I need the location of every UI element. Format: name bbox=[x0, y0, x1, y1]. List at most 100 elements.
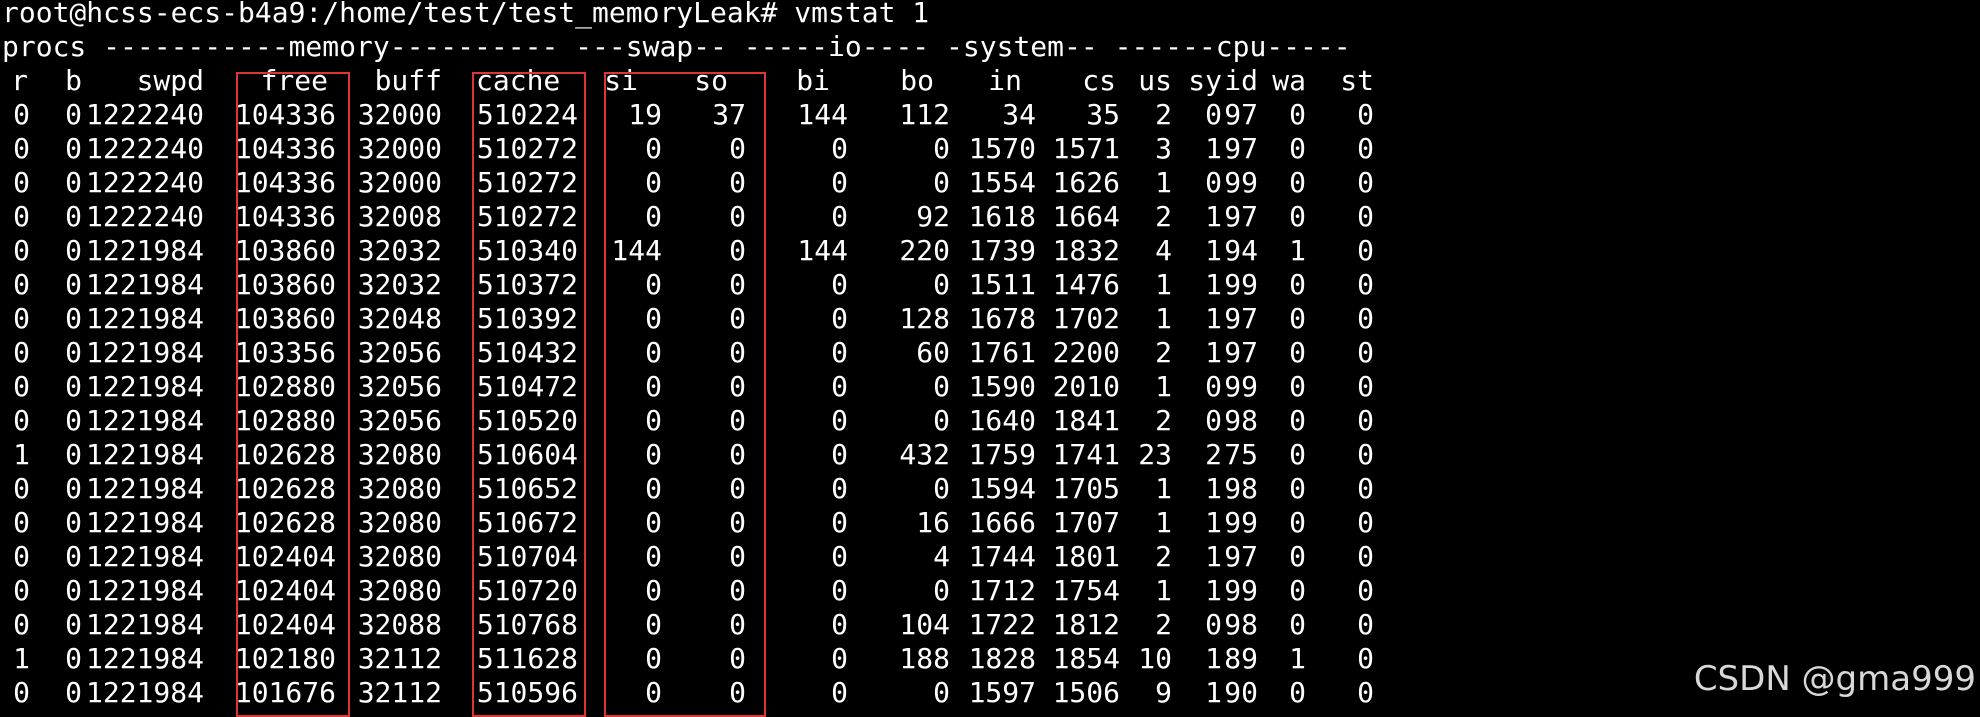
cell-b: 0 bbox=[65, 268, 82, 301]
cell-id: 99 bbox=[1224, 370, 1258, 403]
cell-sy: 0 bbox=[1205, 404, 1222, 437]
cell-bo: 0 bbox=[933, 370, 950, 403]
cell-si: 0 bbox=[645, 438, 662, 471]
cell-swpd: 1221984 bbox=[85, 302, 204, 335]
cell-free: 104336 bbox=[234, 98, 336, 131]
cell-b: 0 bbox=[65, 506, 82, 539]
cell-wa: 0 bbox=[1289, 336, 1306, 369]
vmstat-row: 0 0 1222240 104336 32000 510272 0 0 0 0 1554 1626 1 0… bbox=[0, 166, 1400, 200]
cell-cache: 511628 bbox=[476, 642, 578, 675]
cell-free: 102404 bbox=[234, 574, 336, 607]
cell-st: 0 bbox=[1357, 404, 1374, 437]
cell-b: 0 bbox=[65, 608, 82, 641]
cell-id: 97 bbox=[1224, 540, 1258, 573]
cell-us: 1 bbox=[1155, 506, 1172, 539]
cell-bo: 0 bbox=[933, 132, 950, 165]
cell-id: 99 bbox=[1224, 574, 1258, 607]
cell-us: 1 bbox=[1155, 166, 1172, 199]
cell-buff: 32080 bbox=[357, 540, 442, 573]
cell-free: 103356 bbox=[234, 336, 336, 369]
cell-swpd: 1221984 bbox=[85, 336, 204, 369]
cell-cache: 510372 bbox=[476, 268, 578, 301]
cell-so: 0 bbox=[729, 336, 746, 369]
cell-us: 9 bbox=[1155, 676, 1172, 709]
cell-in: 1759 bbox=[968, 438, 1036, 471]
cell-in: 1554 bbox=[968, 166, 1036, 199]
column-header-so: so bbox=[694, 64, 728, 97]
cell-buff: 32088 bbox=[357, 608, 442, 641]
cell-b: 0 bbox=[65, 234, 82, 267]
cell-so: 0 bbox=[729, 676, 746, 709]
cell-buff: 32056 bbox=[357, 336, 442, 369]
column-header-row: r b swpd free buff cache si so bi bo in cs us sy id wa s… bbox=[0, 64, 1400, 98]
column-header-si: si bbox=[604, 64, 638, 97]
cell-swpd: 1222240 bbox=[85, 132, 204, 165]
cell-id: 90 bbox=[1224, 676, 1258, 709]
column-header-b: b bbox=[65, 64, 82, 97]
cell-bi: 0 bbox=[831, 336, 848, 369]
cell-swpd: 1221984 bbox=[85, 438, 204, 471]
cell-si: 0 bbox=[645, 268, 662, 301]
vmstat-row: 0 0 1222240 104336 32000 510224 19 37 144 112 34 35… bbox=[0, 98, 1400, 132]
vmstat-row: 0 0 1221984 102404 32080 510720 0 0 0 0 1712 1754 1 1… bbox=[0, 574, 1400, 608]
cell-buff: 32000 bbox=[357, 132, 442, 165]
cell-si: 0 bbox=[645, 472, 662, 505]
cell-cache: 510392 bbox=[476, 302, 578, 335]
cell-bi: 0 bbox=[831, 302, 848, 335]
cell-cs: 1476 bbox=[1052, 268, 1120, 301]
cell-so: 0 bbox=[729, 370, 746, 403]
cell-bi: 0 bbox=[831, 608, 848, 641]
column-header-swpd: swpd bbox=[136, 64, 204, 97]
vmstat-row: 0 0 1222240 104336 32008 510272 0 0 0 92 1618 1664 2… bbox=[0, 200, 1400, 234]
column-header-bo: bo bbox=[900, 64, 934, 97]
cell-buff: 32112 bbox=[357, 676, 442, 709]
cell-b: 0 bbox=[65, 472, 82, 505]
cell-bo: 220 bbox=[899, 234, 950, 267]
cell-free: 102880 bbox=[234, 404, 336, 437]
column-header-id: id bbox=[1224, 64, 1258, 97]
cell-us: 2 bbox=[1155, 404, 1172, 437]
cell-in: 1618 bbox=[968, 200, 1036, 233]
cell-swpd: 1221984 bbox=[85, 608, 204, 641]
terminal-window[interactable]: root@hcss-ecs-b4a9:/home/test/test_memor… bbox=[0, 0, 1980, 717]
cell-b: 0 bbox=[65, 574, 82, 607]
cell-id: 75 bbox=[1224, 438, 1258, 471]
cell-bi: 0 bbox=[831, 268, 848, 301]
cell-b: 0 bbox=[65, 336, 82, 369]
column-header-free: free bbox=[260, 64, 328, 97]
cell-sy: 1 bbox=[1205, 676, 1222, 709]
cell-r: 0 bbox=[13, 302, 30, 335]
cell-free: 103860 bbox=[234, 268, 336, 301]
cell-sy: 2 bbox=[1205, 438, 1222, 471]
cell-r: 0 bbox=[13, 234, 30, 267]
cell-bo: 188 bbox=[899, 642, 950, 675]
cell-st: 0 bbox=[1357, 574, 1374, 607]
cell-sy: 1 bbox=[1205, 268, 1222, 301]
cell-cache: 510704 bbox=[476, 540, 578, 573]
cell-cache: 510340 bbox=[476, 234, 578, 267]
cell-si: 0 bbox=[645, 608, 662, 641]
cell-swpd: 1222240 bbox=[85, 98, 204, 131]
cell-free: 104336 bbox=[234, 200, 336, 233]
cell-us: 2 bbox=[1155, 540, 1172, 573]
cell-cs: 1754 bbox=[1052, 574, 1120, 607]
cell-si: 0 bbox=[645, 574, 662, 607]
cell-us: 1 bbox=[1155, 472, 1172, 505]
cell-in: 1640 bbox=[968, 404, 1036, 437]
cell-st: 0 bbox=[1357, 234, 1374, 267]
cell-cache: 510224 bbox=[476, 98, 578, 131]
cell-si: 0 bbox=[645, 166, 662, 199]
cell-cache: 510272 bbox=[476, 132, 578, 165]
cell-sy: 0 bbox=[1205, 166, 1222, 199]
cell-wa: 0 bbox=[1289, 608, 1306, 641]
cell-bo: 60 bbox=[916, 336, 950, 369]
cell-free: 102628 bbox=[234, 438, 336, 471]
cell-r: 0 bbox=[13, 608, 30, 641]
cell-b: 0 bbox=[65, 676, 82, 709]
cell-r: 0 bbox=[13, 132, 30, 165]
cell-st: 0 bbox=[1357, 336, 1374, 369]
cell-us: 1 bbox=[1155, 268, 1172, 301]
cell-cache: 510272 bbox=[476, 200, 578, 233]
cell-free: 102628 bbox=[234, 472, 336, 505]
cell-cs: 1664 bbox=[1052, 200, 1120, 233]
